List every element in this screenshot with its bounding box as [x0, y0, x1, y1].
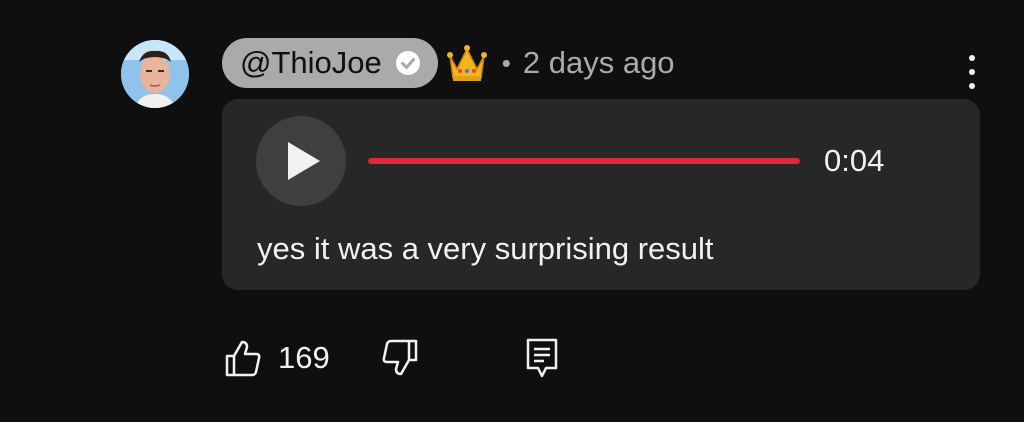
play-icon	[288, 142, 320, 180]
verified-check-icon	[394, 49, 422, 77]
separator-dot: •	[501, 47, 511, 78]
audio-progress-fill	[368, 158, 800, 164]
dislike-button[interactable]	[379, 334, 421, 382]
reply-button[interactable]	[522, 334, 562, 382]
comment-card: 0:04 yes it was a very surprising result	[222, 99, 980, 290]
comment-header: @ThioJoe • 2 days ago	[222, 38, 675, 88]
more-vert-icon[interactable]	[956, 52, 988, 92]
like-count: 169	[278, 340, 330, 375]
author-name: @ThioJoe	[240, 45, 382, 80]
comment-text: yes it was a very surprising result	[257, 231, 714, 266]
crown-icon	[444, 40, 490, 86]
thumbs-up-icon	[225, 340, 261, 377]
timestamp[interactable]: 2 days ago	[523, 45, 675, 81]
author-name-pill[interactable]: @ThioJoe	[222, 38, 438, 88]
audio-progress-bar[interactable]	[368, 158, 800, 164]
like-button[interactable]: 169	[222, 334, 330, 382]
avatar[interactable]	[121, 40, 189, 108]
reply-icon	[526, 338, 558, 378]
play-button[interactable]	[256, 116, 346, 206]
thumbs-down-icon	[382, 339, 418, 376]
audio-duration: 0:04	[824, 143, 885, 178]
